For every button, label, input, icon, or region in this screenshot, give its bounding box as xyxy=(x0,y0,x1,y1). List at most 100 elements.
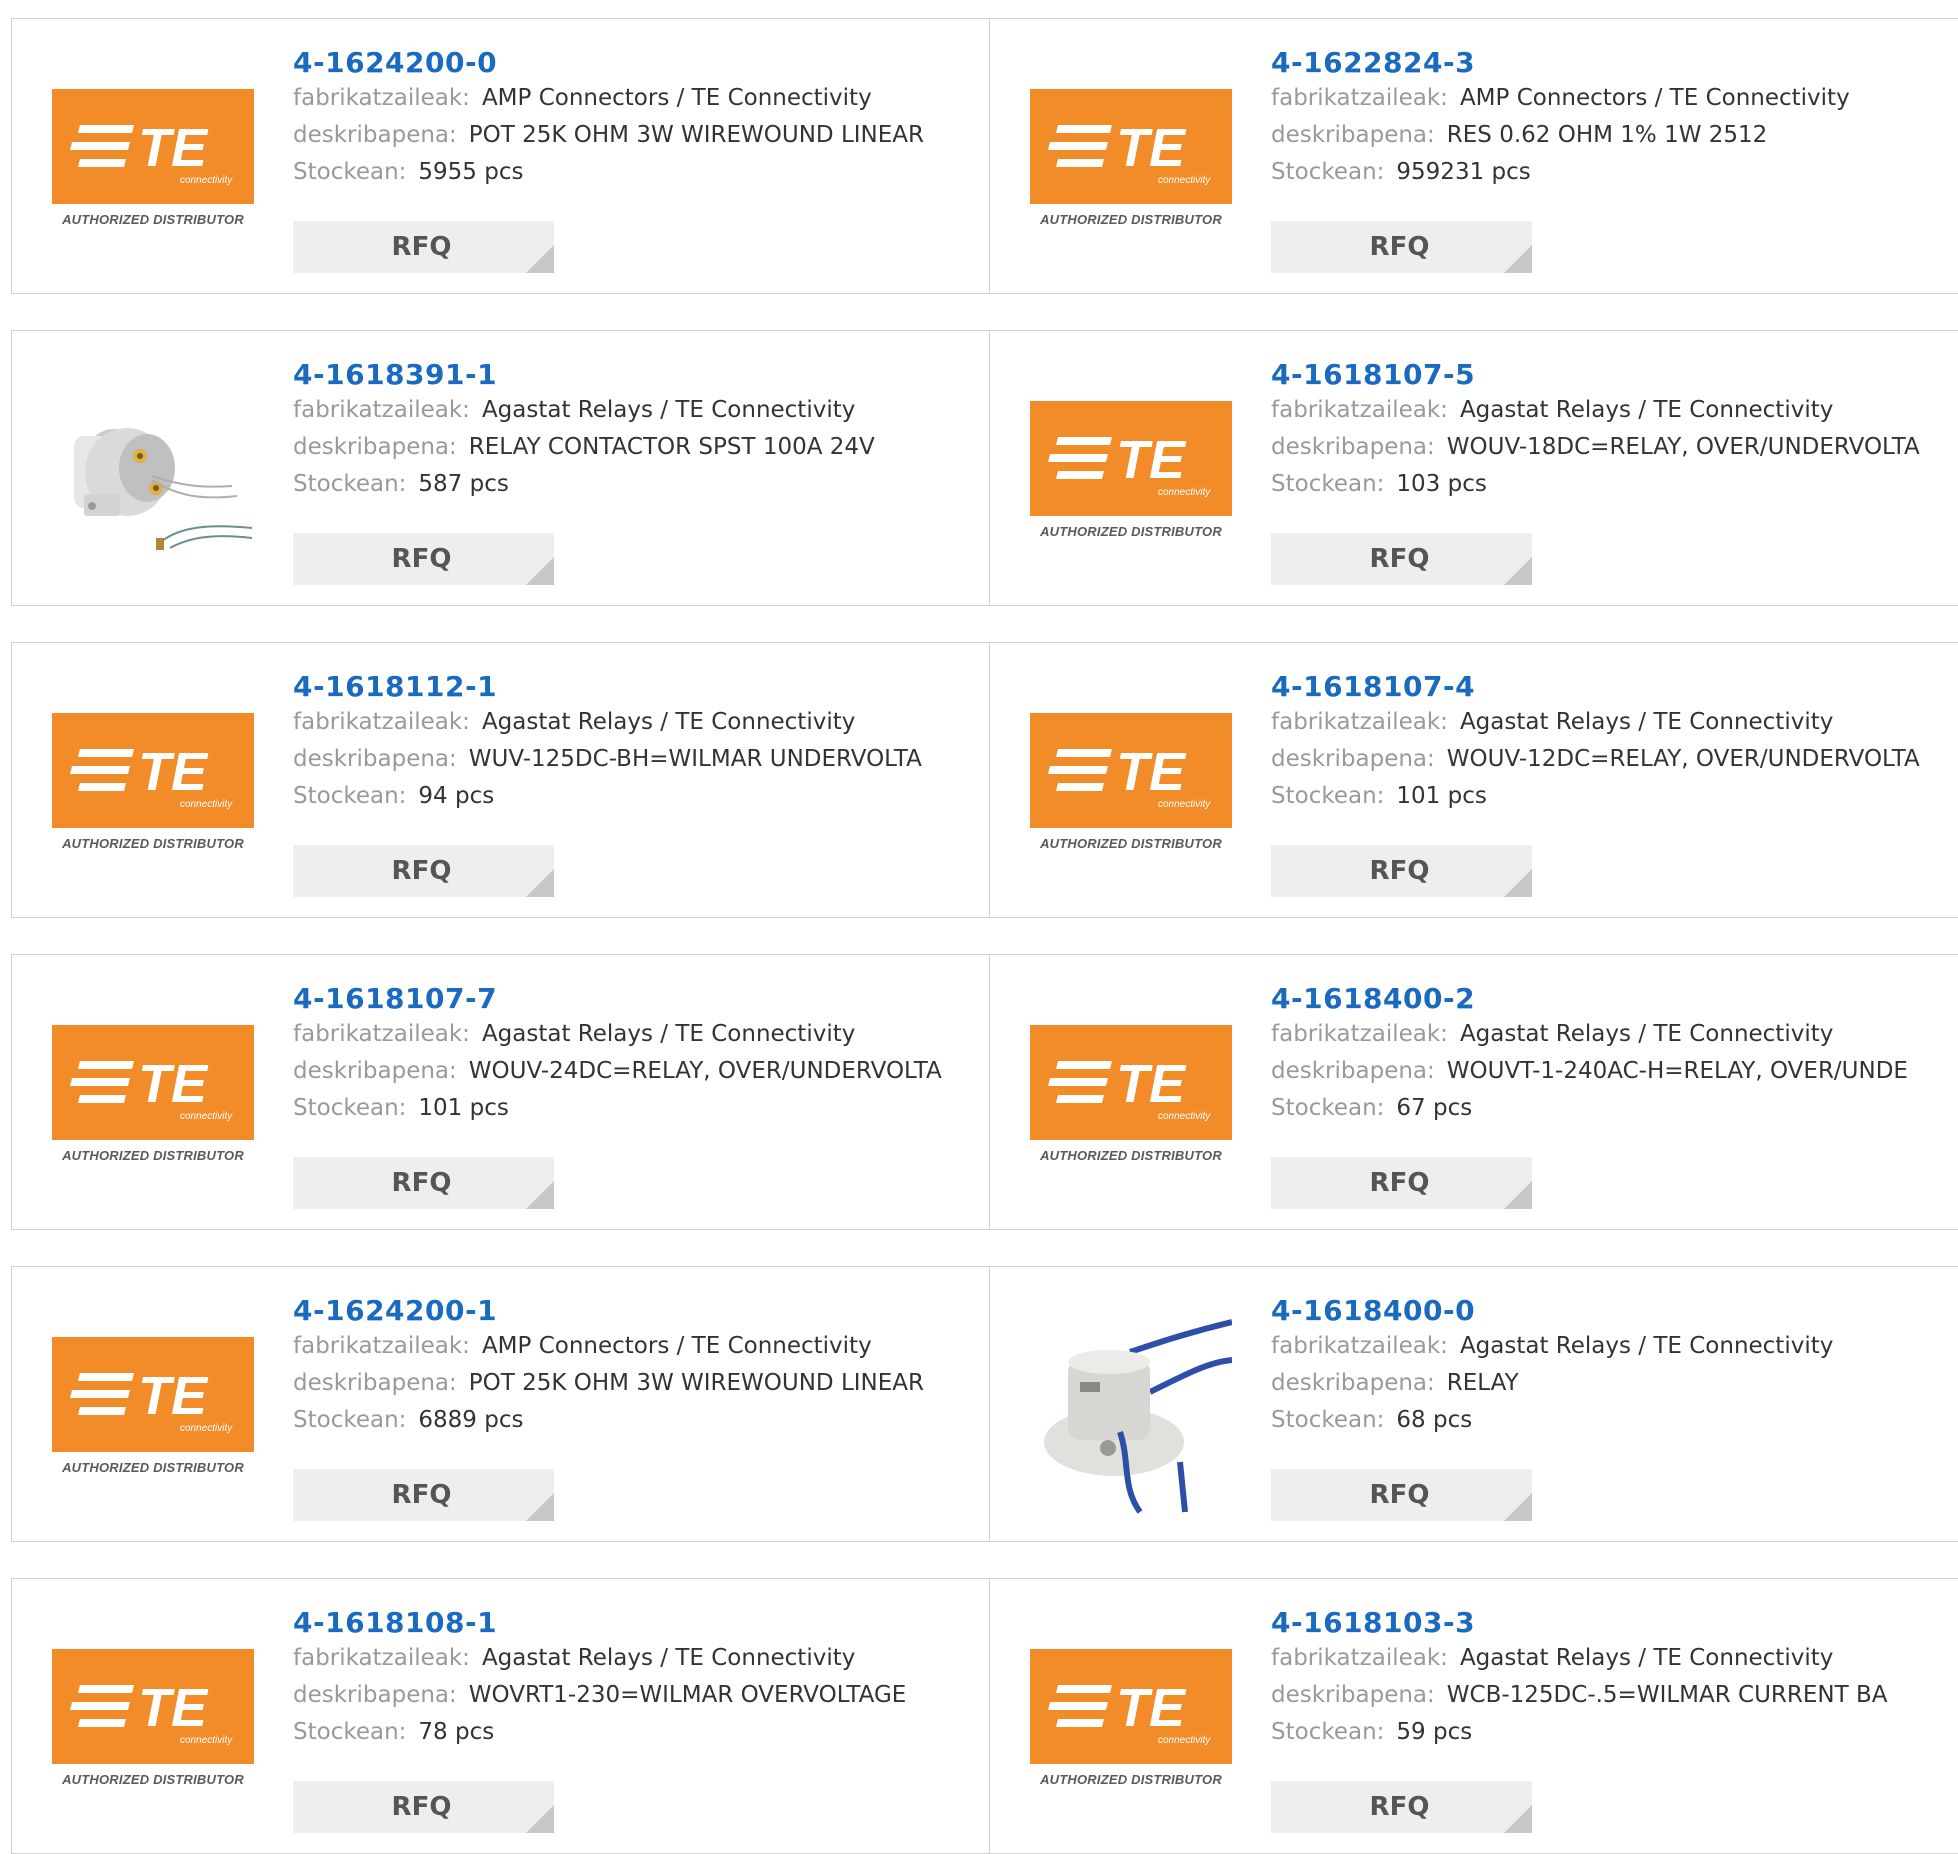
description-label: deskribapena: xyxy=(293,1058,457,1084)
description-row: deskribapena: RES 0.62 OHM 1% 1W 2512 xyxy=(1271,117,1958,154)
rfq-button[interactable]: RFQ xyxy=(1271,1781,1532,1833)
manufacturer-row: fabrikatzaileak: Agastat Relays / TE Conn… xyxy=(1271,1016,1958,1053)
manufacturer-label: fabrikatzaileak: xyxy=(1271,85,1448,111)
product-image[interactable]: TE connectivity AUTHORIZED DISTRIBUTOR xyxy=(1030,1000,1232,1202)
stock-row: Stockean: 101 pcs xyxy=(1271,778,1958,814)
description-value: WUV-125DC-BH=WILMAR UNDERVOLTA xyxy=(468,746,922,772)
product-image[interactable]: TE connectivity AUTHORIZED DISTRIBUTOR xyxy=(1030,64,1232,266)
product-info: 4-1624200-1 fabrikatzaileak: AMP Connecto… xyxy=(293,1294,979,1438)
part-number-link[interactable]: 4-1618108-1 xyxy=(293,1606,979,1640)
manufacturer-value: Agastat Relays / TE Connectivity xyxy=(481,397,856,423)
description-label: deskribapena: xyxy=(293,434,457,460)
description-value: POT 25K OHM 3W WIREWOUND LINEAR xyxy=(468,122,924,148)
te-logo-text: TE xyxy=(138,742,209,802)
part-number-link[interactable]: 4-1624200-1 xyxy=(293,1294,979,1328)
description-value: WOVRT1-230=WILMAR OVERVOLTAGE xyxy=(468,1682,907,1708)
rfq-button[interactable]: RFQ xyxy=(293,1469,554,1521)
part-number-link[interactable]: 4-1618103-3 xyxy=(1271,1606,1958,1640)
te-logo-subtext: connectivity xyxy=(1158,1735,1211,1746)
product-image[interactable]: TE connectivity AUTHORIZED DISTRIBUTOR xyxy=(52,688,254,890)
product-info: 4-1618103-3 fabrikatzaileak: Agastat Rela… xyxy=(1271,1606,1958,1750)
stock-label: Stockean: xyxy=(1271,783,1385,809)
stock-value: 67 pcs xyxy=(1396,1095,1473,1121)
product-image[interactable]: TE connectivity AUTHORIZED DISTRIBUTOR xyxy=(52,1624,254,1826)
part-number-link[interactable]: 4-1618400-0 xyxy=(1271,1294,1958,1328)
stock-label: Stockean: xyxy=(1271,1719,1385,1745)
authorized-distributor-text: AUTHORIZED DISTRIBUTOR xyxy=(1040,836,1222,851)
rfq-button[interactable]: RFQ xyxy=(1271,1157,1532,1209)
rfq-button[interactable]: RFQ xyxy=(1271,533,1532,585)
product-image[interactable]: TE connectivity AUTHORIZED DISTRIBUTOR xyxy=(1030,688,1232,890)
part-number-link[interactable]: 4-1618107-4 xyxy=(1271,670,1958,704)
rfq-button[interactable]: RFQ xyxy=(293,221,554,273)
description-row: deskribapena: WOUV-24DC=RELAY, OVER/UNDER… xyxy=(293,1053,979,1090)
stock-row: Stockean: 101 pcs xyxy=(293,1090,979,1126)
te-logo-subtext: connectivity xyxy=(1158,175,1211,186)
rfq-button[interactable]: RFQ xyxy=(293,845,554,897)
part-number-link[interactable]: 4-1622824-3 xyxy=(1271,46,1958,80)
stock-value: 5955 pcs xyxy=(418,159,524,185)
te-logo-mark: TE connectivity xyxy=(1030,713,1232,828)
part-number-link[interactable]: 4-1618112-1 xyxy=(293,670,979,704)
description-row: deskribapena: RELAY CONTACTOR SPST 100A 2… xyxy=(293,429,979,466)
stock-value: 94 pcs xyxy=(418,783,495,809)
product-image[interactable] xyxy=(1030,1312,1232,1514)
te-connectivity-logo: TE connectivity AUTHORIZED DISTRIBUTOR xyxy=(1030,401,1232,551)
product-card: TE connectivity AUTHORIZED DISTRIBUTOR 4… xyxy=(11,642,990,918)
product-card: TE connectivity AUTHORIZED DISTRIBUTOR 4… xyxy=(989,18,1958,294)
te-logo-text: TE xyxy=(138,1054,209,1114)
description-row: deskribapena: WOUV-12DC=RELAY, OVER/UNDER… xyxy=(1271,741,1958,778)
part-number-link[interactable]: 4-1624200-0 xyxy=(293,46,979,80)
manufacturer-row: fabrikatzaileak: Agastat Relays / TE Conn… xyxy=(293,704,979,741)
stock-label: Stockean: xyxy=(293,471,407,497)
product-image[interactable]: TE connectivity AUTHORIZED DISTRIBUTOR xyxy=(52,1312,254,1514)
authorized-distributor-text: AUTHORIZED DISTRIBUTOR xyxy=(1040,212,1222,227)
rfq-button[interactable]: RFQ xyxy=(293,1781,554,1833)
product-image[interactable]: TE connectivity AUTHORIZED DISTRIBUTOR xyxy=(1030,376,1232,578)
stock-label: Stockean: xyxy=(1271,1095,1385,1121)
te-logo-subtext: connectivity xyxy=(1158,487,1211,498)
rfq-button[interactable]: RFQ xyxy=(293,533,554,585)
stock-row: Stockean: 103 pcs xyxy=(1271,466,1958,502)
product-image[interactable] xyxy=(52,376,254,578)
part-number-link[interactable]: 4-1618391-1 xyxy=(293,358,979,392)
part-number-link[interactable]: 4-1618107-7 xyxy=(293,982,979,1016)
product-image[interactable]: TE connectivity AUTHORIZED DISTRIBUTOR xyxy=(1030,1624,1232,1826)
rfq-button[interactable]: RFQ xyxy=(1271,1469,1532,1521)
authorized-distributor-text: AUTHORIZED DISTRIBUTOR xyxy=(1040,524,1222,539)
stock-value: 959231 pcs xyxy=(1396,159,1531,185)
product-card: TE connectivity AUTHORIZED DISTRIBUTOR 4… xyxy=(989,1578,1958,1854)
description-value: RELAY CONTACTOR SPST 100A 24V xyxy=(468,434,875,460)
product-info: 4-1622824-3 fabrikatzaileak: AMP Connecto… xyxy=(1271,46,1958,190)
te-logo-text: TE xyxy=(138,1366,209,1426)
te-connectivity-logo: TE connectivity AUTHORIZED DISTRIBUTOR xyxy=(52,1025,254,1175)
product-image[interactable]: TE connectivity AUTHORIZED DISTRIBUTOR xyxy=(52,1000,254,1202)
stock-row: Stockean: 78 pcs xyxy=(293,1714,979,1750)
te-logo-mark: TE connectivity xyxy=(1030,401,1232,516)
manufacturer-row: fabrikatzaileak: AMP Connectors / TE Conn… xyxy=(293,80,979,117)
authorized-distributor-text: AUTHORIZED DISTRIBUTOR xyxy=(62,1772,244,1787)
manufacturer-row: fabrikatzaileak: Agastat Relays / TE Conn… xyxy=(293,392,979,429)
te-connectivity-logo: TE connectivity AUTHORIZED DISTRIBUTOR xyxy=(1030,1649,1232,1799)
rfq-button[interactable]: RFQ xyxy=(1271,221,1532,273)
te-logo-subtext: connectivity xyxy=(180,799,233,810)
stock-value: 587 pcs xyxy=(418,471,509,497)
product-image[interactable]: TE connectivity AUTHORIZED DISTRIBUTOR xyxy=(52,64,254,266)
manufacturer-label: fabrikatzaileak: xyxy=(1271,1021,1448,1047)
te-connectivity-logo: TE connectivity AUTHORIZED DISTRIBUTOR xyxy=(52,89,254,239)
te-connectivity-logo: TE connectivity AUTHORIZED DISTRIBUTOR xyxy=(52,1649,254,1799)
te-connectivity-logo: TE connectivity AUTHORIZED DISTRIBUTOR xyxy=(52,713,254,863)
manufacturer-row: fabrikatzaileak: AMP Connectors / TE Conn… xyxy=(293,1328,979,1365)
part-number-link[interactable]: 4-1618400-2 xyxy=(1271,982,1958,1016)
product-info: 4-1624200-0 fabrikatzaileak: AMP Connecto… xyxy=(293,46,979,190)
part-number-link[interactable]: 4-1618107-5 xyxy=(1271,358,1958,392)
rfq-button[interactable]: RFQ xyxy=(1271,845,1532,897)
rfq-button[interactable]: RFQ xyxy=(293,1157,554,1209)
manufacturer-label: fabrikatzaileak: xyxy=(1271,1645,1448,1671)
product-info: 4-1618107-5 fabrikatzaileak: Agastat Rela… xyxy=(1271,358,1958,502)
manufacturer-value: AMP Connectors / TE Connectivity xyxy=(1459,85,1850,111)
description-label: deskribapena: xyxy=(1271,1370,1435,1396)
manufacturer-value: Agastat Relays / TE Connectivity xyxy=(1459,1021,1834,1047)
te-logo-text: TE xyxy=(1116,430,1187,490)
stock-row: Stockean: 59 pcs xyxy=(1271,1714,1958,1750)
